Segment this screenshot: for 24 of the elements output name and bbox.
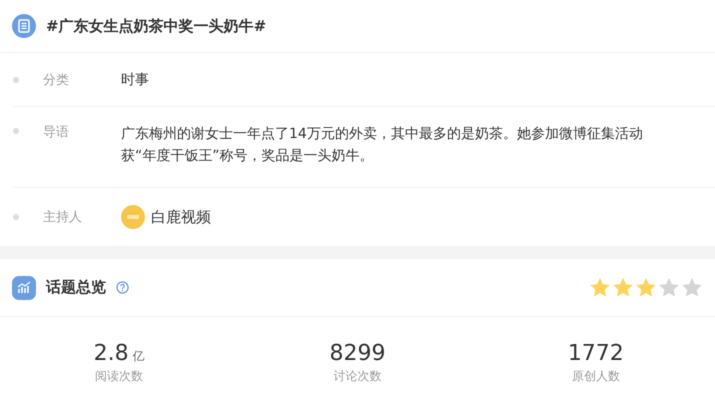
star-icon (681, 277, 703, 298)
stat-label: 原创人数 (572, 368, 620, 385)
chart-icon (12, 276, 36, 300)
detail-value: 时事 (121, 71, 150, 90)
stat-label: 讨论次数 (333, 368, 382, 385)
star-icon (612, 277, 634, 298)
detail-label: 主持人 (42, 209, 83, 226)
detail-label: 分类 (42, 72, 70, 89)
stat-value: 1772 (568, 341, 624, 366)
star-icon (635, 277, 657, 298)
stat-value: 2.8 (94, 341, 129, 366)
stat-label: 阅读次数 (95, 368, 144, 385)
stat-unit: 亿 (132, 348, 145, 365)
detail-value: 广东梅州的谢女士一年点了14万元的外卖，其中最多的是奶茶。她参加微博征集活动获“年度干饭王”称号，奖品是一头奶牛。 (121, 125, 644, 166)
host-avatar-icon (121, 205, 145, 229)
topic-title: #广东女生点奶茶中奖一头奶牛# (46, 16, 266, 36)
detail-label: 导语 (42, 124, 70, 141)
list-icon (12, 14, 36, 38)
star-icon (658, 277, 680, 298)
help-icon[interactable] (116, 281, 129, 294)
stat-value: 8299 (329, 341, 386, 366)
host-name[interactable]: 白鹿视频 (151, 208, 211, 226)
star-icon (589, 277, 611, 298)
section-title: 话题总览 (46, 278, 106, 297)
